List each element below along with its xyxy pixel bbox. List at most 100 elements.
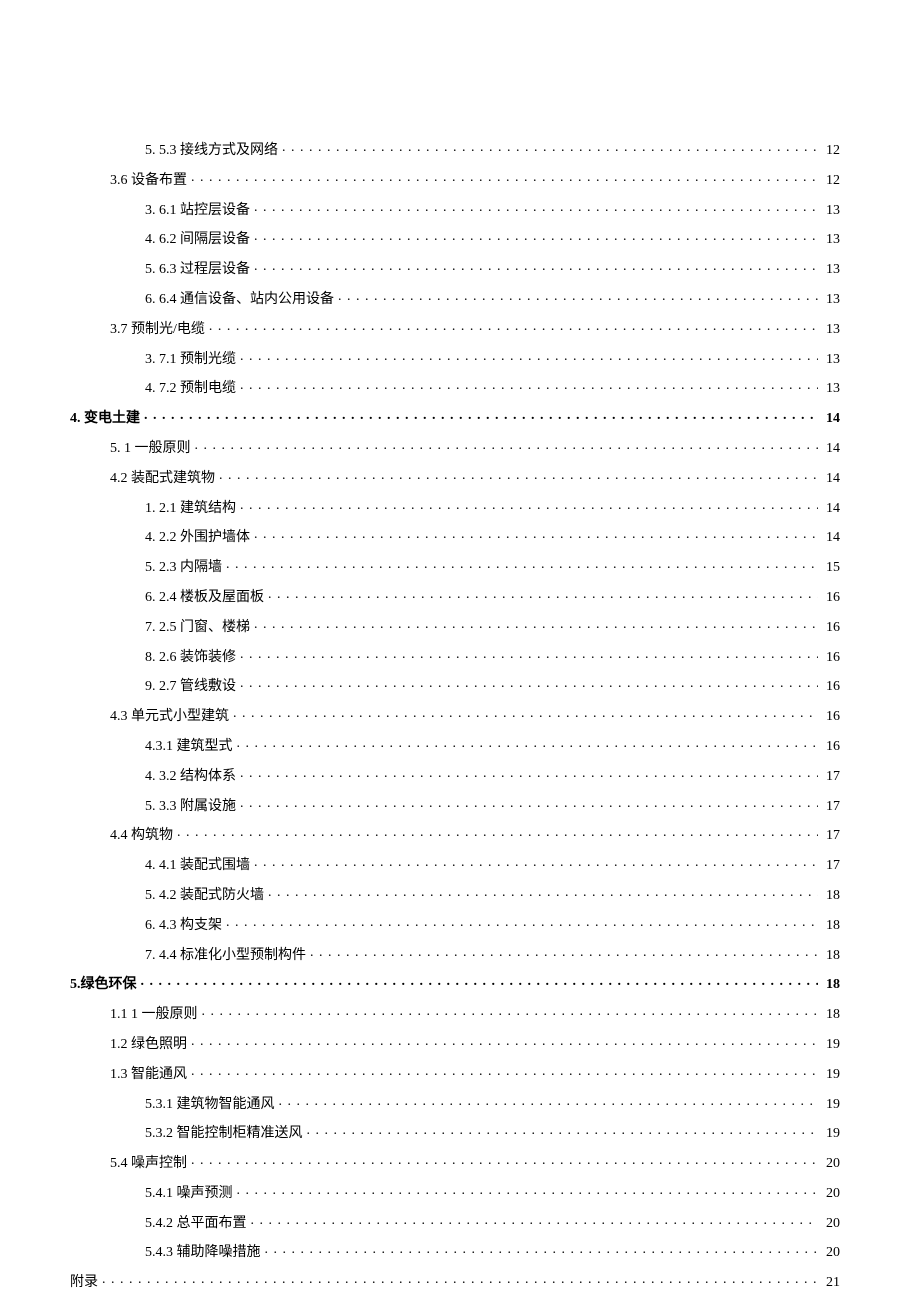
toc-entry: 4. 3.2 结构体系17 (70, 766, 840, 786)
toc-label: 9. 2.7 管线敷设 (145, 679, 236, 696)
toc-leader-dots (144, 408, 818, 422)
toc-leader-dots (240, 378, 818, 392)
toc-entry: 5. 3.3 附属设施17 (70, 796, 840, 816)
toc-page-number: 13 (822, 322, 840, 339)
toc-page-number: 13 (822, 352, 840, 369)
toc-label: 4. 4.1 装配式围墙 (145, 858, 250, 875)
toc-leader-dots (265, 1242, 819, 1256)
toc-leader-dots (240, 647, 818, 661)
toc-leader-dots (240, 766, 818, 780)
toc-page-number: 19 (822, 1126, 840, 1143)
toc-entry: 4.4 构筑物17 (70, 825, 840, 845)
toc-leader-dots (307, 1123, 819, 1137)
toc-label: 4.3.1 建筑型式 (145, 739, 233, 756)
toc-entry: 5.4.1 噪声预测 20 (70, 1183, 840, 1203)
toc-label: 7. 2.5 门窗、楼梯 (145, 620, 250, 637)
toc-leader-dots (195, 438, 819, 452)
toc-leader-dots (268, 885, 818, 899)
toc-entry: 4. 变电土建14 (70, 408, 840, 428)
toc-page-number: 18 (822, 1007, 840, 1024)
toc-page-number: 16 (822, 709, 840, 726)
toc-entry: 5.4.2 总平面布置 20 (70, 1213, 840, 1233)
toc-label: 5.4.1 噪声预测 (145, 1186, 233, 1203)
toc-page-number: 18 (822, 948, 840, 965)
toc-page-number: 20 (822, 1216, 840, 1233)
toc-label: 1. 2.1 建筑结构 (145, 501, 236, 518)
toc-leader-dots (226, 557, 818, 571)
toc-label: 4. 2.2 外围护墙体 (145, 530, 250, 547)
toc-label: 5. 3.3 附属设施 (145, 799, 236, 816)
toc-entry: 1.1 1 一般原则18 (70, 1004, 840, 1024)
toc-label: 4. 3.2 结构体系 (145, 769, 236, 786)
toc-entry: 5.绿色环保 18 (70, 974, 840, 994)
toc-entry: 4. 4.1 装配式围墙 17 (70, 855, 840, 875)
toc-entry: 4. 7.2 预制电缆 13 (70, 378, 840, 398)
toc-leader-dots (219, 468, 818, 482)
toc-container: 5. 5.3 接线方式及网络123.6 设备布置123. 6.1 站控层设备13… (70, 140, 840, 1292)
toc-entry: 8. 2.6 装饰装修16 (70, 647, 840, 667)
toc-leader-dots (226, 915, 818, 929)
toc-label: 附录 (70, 1275, 98, 1292)
toc-entry: 4. 2.2 外围护墙体14 (70, 527, 840, 547)
toc-leader-dots (268, 587, 818, 601)
toc-entry: 3.7 预制光/电缆13 (70, 319, 840, 339)
toc-entry: 4.3 单元式小型建筑 16 (70, 706, 840, 726)
toc-label: 1.2 绿色照明 (110, 1037, 187, 1054)
toc-label: 4. 7.2 预制电缆 (145, 381, 236, 398)
toc-page-number: 20 (822, 1186, 840, 1203)
toc-entry: 3.6 设备布置 12 (70, 170, 840, 190)
toc-label: 4.3 单元式小型建筑 (110, 709, 229, 726)
toc-entry: 7. 4.4 标准化小型预制构件18 (70, 945, 840, 965)
toc-page-number: 15 (822, 560, 840, 577)
toc-leader-dots (254, 229, 818, 243)
toc-label: 1.3 智能通风 (110, 1067, 187, 1084)
toc-leader-dots (237, 736, 819, 750)
toc-label: 5.绿色环保 (70, 977, 137, 994)
toc-label: 6. 6.4 通信设备、站内公用设备 (145, 292, 334, 309)
toc-leader-dots (191, 1153, 818, 1167)
toc-page-number: 17 (822, 858, 840, 875)
toc-page-number: 12 (822, 173, 840, 190)
toc-label: 4. 6.2 间隔层设备 (145, 232, 250, 249)
toc-leader-dots (141, 974, 819, 988)
toc-leader-dots (310, 945, 818, 959)
toc-page-number: 13 (822, 203, 840, 220)
toc-page-number: 18 (822, 977, 840, 994)
toc-leader-dots (191, 170, 818, 184)
toc-leader-dots (251, 1213, 819, 1227)
toc-entry: 4. 6.2 间隔层设备 13 (70, 229, 840, 249)
toc-leader-dots (177, 825, 818, 839)
toc-label: 3. 6.1 站控层设备 (145, 203, 250, 220)
toc-label: 3.6 设备布置 (110, 173, 187, 190)
toc-label: 4.4 构筑物 (110, 828, 173, 845)
toc-page-number: 20 (822, 1156, 840, 1173)
toc-label: 4.2 装配式建筑物 (110, 471, 215, 488)
toc-page-number: 18 (822, 888, 840, 905)
toc-page-number: 16 (822, 739, 840, 756)
toc-leader-dots (209, 319, 818, 333)
toc-page-number: 21 (822, 1275, 840, 1292)
toc-page-number: 14 (822, 471, 840, 488)
toc-page-number: 19 (822, 1097, 840, 1114)
toc-page-number: 13 (822, 232, 840, 249)
toc-label: 4. 变电土建 (70, 411, 140, 428)
toc-entry: 1. 2.1 建筑结构 14 (70, 498, 840, 518)
toc-label: 3. 7.1 预制光缆 (145, 352, 236, 369)
toc-label: 8. 2.6 装饰装修 (145, 650, 236, 667)
toc-label: 5. 6.3 过程层设备 (145, 262, 250, 279)
toc-label: 5.3.1 建筑物智能通风 (145, 1097, 275, 1114)
toc-page-number: 14 (822, 501, 840, 518)
toc-label: 5. 4.2 装配式防火墙 (145, 888, 264, 905)
toc-page-number: 13 (822, 262, 840, 279)
toc-leader-dots (102, 1272, 818, 1286)
toc-leader-dots (254, 617, 818, 631)
toc-entry: 4.3.1 建筑型式 16 (70, 736, 840, 756)
toc-label: 6. 4.3 构支架 (145, 918, 222, 935)
toc-page-number: 13 (822, 381, 840, 398)
toc-page-number: 16 (822, 620, 840, 637)
toc-entry: 5.3.1 建筑物智能通风 19 (70, 1094, 840, 1114)
toc-leader-dots (240, 676, 818, 690)
toc-entry: 1.3 智能通风19 (70, 1064, 840, 1084)
toc-label: 5.4.2 总平面布置 (145, 1216, 247, 1233)
toc-entry: 5. 4.2 装配式防火墙 18 (70, 885, 840, 905)
